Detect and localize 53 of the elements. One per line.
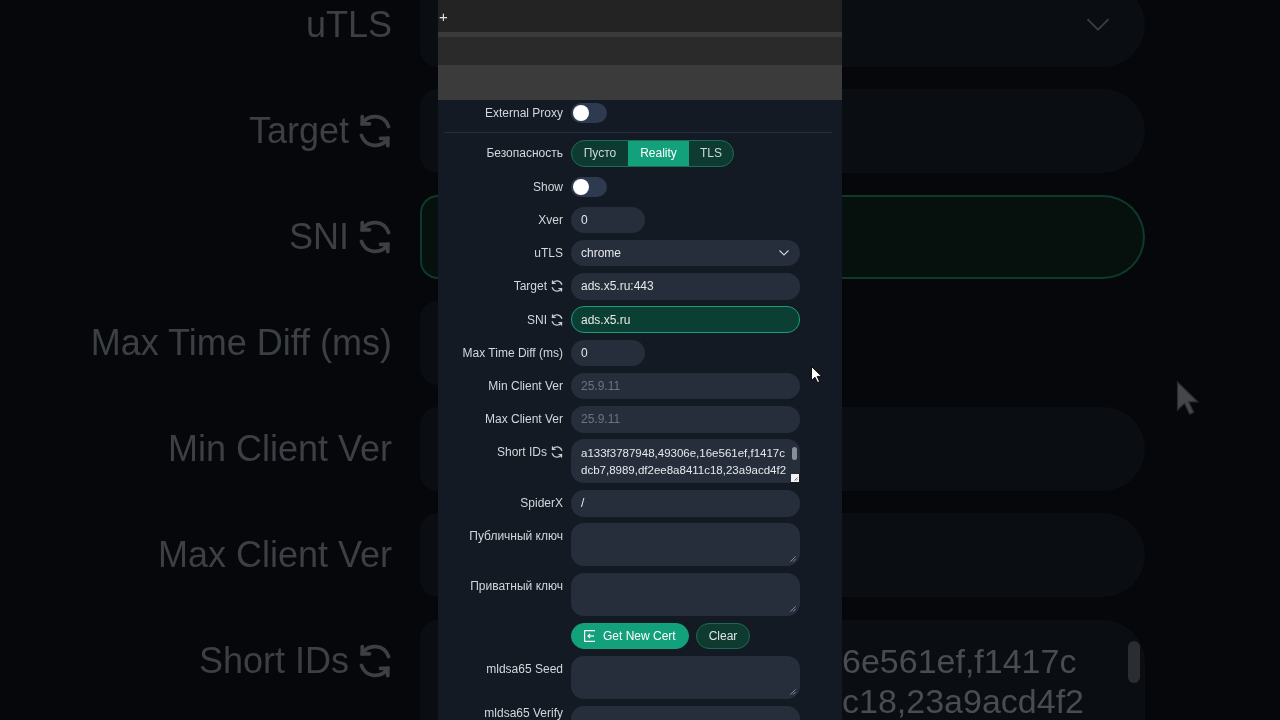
backdrop-label: Max Time Diff (ms) xyxy=(90,322,392,364)
input-field[interactable]: / xyxy=(571,490,800,517)
segment-tab[interactable]: TLS xyxy=(689,140,733,166)
resize-grip-icon[interactable] xyxy=(790,689,796,695)
textarea-field[interactable]: a133f3787948,49306e,16e561ef,f1417c dcb7,8989,df2ee8a8411c18,23a9acd4f2 xyxy=(571,439,800,484)
field-label: Max Client Ver xyxy=(484,412,563,427)
resize-grip-icon[interactable] xyxy=(790,606,796,612)
input-field[interactable]: 25.9.11 xyxy=(571,406,800,433)
textarea-field[interactable] xyxy=(571,656,800,699)
input-field[interactable]: 0 xyxy=(571,339,645,366)
field-label: External Proxy xyxy=(484,106,563,121)
field-label: Публичный ключ xyxy=(469,529,563,544)
backdrop-label: Max Client Ver xyxy=(157,534,392,576)
field-label: SNI xyxy=(527,312,547,327)
input-field[interactable]: ads.x5.ru:443 xyxy=(571,273,800,300)
field-label: Приватный ключ xyxy=(470,579,563,593)
input-field[interactable]: 25.9.11 xyxy=(571,372,800,400)
textarea-field[interactable] xyxy=(571,573,800,616)
field-label: Min Client Ver xyxy=(488,379,563,393)
backdrop-label: uTLS xyxy=(305,4,392,46)
cursor-icon xyxy=(811,366,822,383)
toggle-switch[interactable] xyxy=(571,176,607,197)
field-label: mldsa65 Verify xyxy=(484,705,563,720)
field-label: Target xyxy=(513,279,547,294)
backdrop-label: Min Client Ver xyxy=(167,428,392,470)
backdrop-label: Short IDs xyxy=(198,640,349,682)
field-label: Short IDs xyxy=(497,445,547,460)
scrollbar-thumb[interactable] xyxy=(792,447,797,461)
add-button[interactable]: + xyxy=(438,8,448,24)
backdrop-label: Target xyxy=(248,110,349,152)
action-button[interactable]: Clear xyxy=(695,622,751,650)
resize-grip-icon[interactable] xyxy=(791,474,799,483)
chevron-down-icon xyxy=(779,250,789,256)
scrollbar-thumb xyxy=(1128,641,1140,683)
select-field[interactable]: chrome xyxy=(571,239,800,267)
backdrop-label: SNI xyxy=(289,216,349,258)
input-field[interactable]: 0 xyxy=(571,206,645,233)
resize-grip-icon[interactable] xyxy=(790,556,796,563)
input-field[interactable]: ads.x5.ru xyxy=(571,306,800,333)
import-icon xyxy=(584,630,596,642)
field-label: uTLS xyxy=(534,246,563,260)
field-label: Безопасность xyxy=(486,146,563,160)
field-label: SpiderX xyxy=(520,496,563,511)
textarea-field[interactable] xyxy=(571,523,800,567)
field-label: Max Time Diff (ms) xyxy=(462,345,563,360)
backdrop-field: 6e561ef,f1417c c18,23a9acd4f2 xyxy=(842,620,1145,720)
field-label: mldsa65 Seed xyxy=(486,662,563,676)
toggle-switch[interactable] xyxy=(571,103,607,124)
field-label: Xver xyxy=(538,212,563,227)
chevron-down-icon xyxy=(1085,18,1111,32)
field-label: Show xyxy=(532,179,563,194)
cursor-icon xyxy=(1176,381,1199,415)
segment-tab[interactable]: Пусто xyxy=(572,140,628,166)
